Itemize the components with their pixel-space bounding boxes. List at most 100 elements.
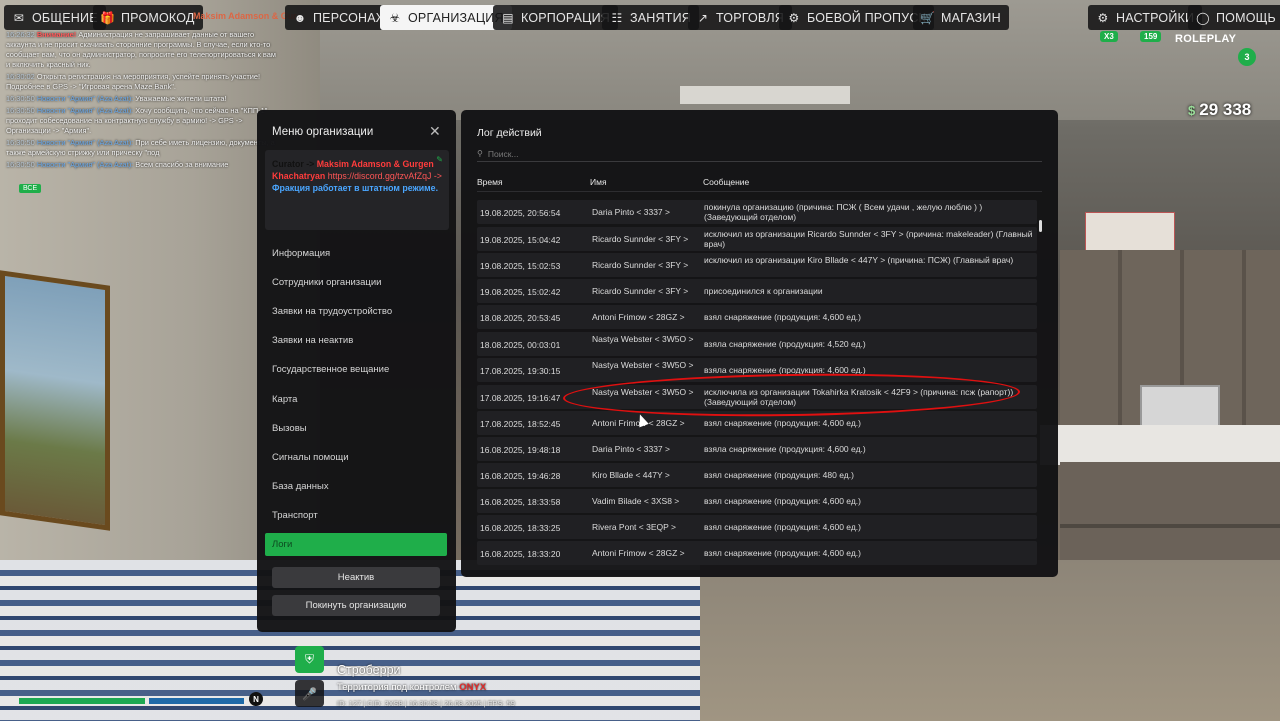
log-title: Лог действий bbox=[477, 127, 542, 139]
menu-item-broadcast[interactable]: Государственное вещание bbox=[272, 364, 389, 375]
calendar-icon: ☷ bbox=[611, 10, 623, 25]
shield-icon: ⛨ bbox=[295, 646, 324, 673]
menu-item-info[interactable]: Информация bbox=[272, 248, 330, 259]
chat-icon: ✉ bbox=[13, 10, 25, 25]
menu-item-logs: Логи bbox=[272, 539, 293, 550]
leave-organization-button[interactable]: Покинуть организацию bbox=[272, 595, 440, 616]
column-time[interactable]: Время bbox=[477, 177, 503, 187]
organization-menu: Меню организации ✕ ✎ Curator -> Maksim A… bbox=[257, 110, 456, 632]
nav-activities[interactable]: ☷ ЗАНЯТИЯ bbox=[602, 5, 699, 30]
health-armor-bars bbox=[19, 698, 244, 704]
player-stats: ID: 127 | CID: 3XS8 | 16:30:58 | 26.08.2… bbox=[337, 699, 515, 708]
nav-settings[interactable]: ⚙ НАСТРОЙКИ bbox=[1088, 5, 1203, 30]
nav-label: ОБЩЕНИЕ bbox=[32, 10, 98, 25]
help-icon: ◯ bbox=[1196, 10, 1210, 25]
nav-label: БОЕВОЙ ПРОПУСК bbox=[807, 10, 927, 25]
table-row[interactable]: 19.08.2025, 20:56:54 Daria Pinto < 3337 … bbox=[477, 200, 1037, 224]
nav-label: ЗАНЯТИЯ bbox=[630, 10, 691, 25]
nav-label: ПОМОЩЬ bbox=[1216, 10, 1276, 25]
server-logo: ROLEPLAY bbox=[1175, 33, 1237, 45]
chat-line: 16:30:02 Открыта регистрация на мероприя… bbox=[6, 72, 261, 91]
chat-line: 16:30:50 Новости "Армия" (Aza Azat): Хоч… bbox=[6, 106, 268, 135]
gear-icon: ⚙ bbox=[788, 10, 800, 25]
menu-item-map[interactable]: Карта bbox=[272, 394, 297, 405]
chat-line: 16:30:50 Новости "Армия" (Aza Azat): Ува… bbox=[6, 94, 227, 103]
inactive-button[interactable]: Неактив bbox=[272, 567, 440, 588]
menu-item-database[interactable]: База данных bbox=[272, 481, 329, 492]
nav-label: ПРОМОКОД bbox=[121, 10, 195, 25]
menu-item-members[interactable]: Сотрудники организации bbox=[272, 277, 381, 288]
action-log-panel: Лог действий ⚲ Время Имя Сообщение 19.08… bbox=[461, 110, 1058, 577]
nav-label: НАСТРОЙКИ bbox=[1116, 10, 1195, 25]
menu-title: Меню организации bbox=[272, 126, 374, 138]
chat-line: 16:30:50 Новости "Армия" (Aza Azat): При… bbox=[6, 138, 275, 157]
table-row[interactable]: 19.08.2025, 15:02:53 Ricardo Sunnder < 3… bbox=[477, 253, 1037, 277]
search-bar: ⚲ bbox=[477, 146, 1042, 162]
faction-status: Фракция работает в штатном режиме. bbox=[272, 183, 439, 193]
news-ticker-title: Maksim Adamson & Gur bbox=[193, 11, 297, 21]
nav-label: ПЕРСОНАЖ bbox=[313, 10, 388, 25]
edit-icon[interactable]: ✎ bbox=[436, 154, 443, 166]
nav-label: КОРПОРАЦИЯ bbox=[521, 10, 611, 25]
table-row[interactable]: 16.08.2025, 19:46:28 Kiro Bllade < 447Y … bbox=[477, 463, 1037, 487]
menu-item-transport[interactable]: Транспорт bbox=[272, 510, 318, 521]
health-bar bbox=[19, 698, 145, 704]
ceiling-lamp bbox=[680, 86, 850, 104]
close-icon[interactable]: ✕ bbox=[429, 123, 441, 140]
scrollbar[interactable] bbox=[1039, 220, 1042, 232]
nav-organization[interactable]: ☣ ОРГАНИЗАЦИЯ bbox=[380, 5, 512, 30]
menu-item-job-applications[interactable]: Заявки на трудоустройство bbox=[272, 306, 392, 317]
armor-bar bbox=[149, 698, 244, 704]
corporation-icon: ▤ bbox=[502, 10, 514, 25]
nav-help[interactable]: ◯ ПОМОЩЬ bbox=[1188, 5, 1280, 30]
table-row[interactable]: 16.08.2025, 18:33:20 Antoni Frimow < 28G… bbox=[477, 541, 1037, 565]
user-icon: ☻ bbox=[293, 10, 307, 25]
organization-icon: ☣ bbox=[389, 10, 401, 25]
table-row[interactable]: 19.08.2025, 15:04:42 Ricardo Sunnder < 3… bbox=[477, 227, 1037, 251]
curator-info: ✎ Curator -> Maksim Adamson & Gurgen Kha… bbox=[265, 150, 449, 230]
microphone-icon: 🎤 bbox=[295, 680, 324, 707]
menu-item-calls[interactable]: Вызовы bbox=[272, 423, 307, 434]
menu-item-help-signals[interactable]: Сигналы помощи bbox=[272, 452, 349, 463]
table-row[interactable]: 16.08.2025, 18:33:58 Vadim Bilade < 3XS8… bbox=[477, 489, 1037, 513]
column-name[interactable]: Имя bbox=[590, 177, 607, 187]
server-number-badge: 3 bbox=[1238, 48, 1256, 66]
chat-feed: 16:26:32 Внимание! Администрация не запр… bbox=[6, 30, 276, 172]
nav-shop[interactable]: 🛒 МАГАЗИН bbox=[913, 5, 1009, 30]
dollar-icon: $ bbox=[1188, 103, 1196, 118]
gang-name: ONYX bbox=[459, 682, 487, 693]
wall-painting bbox=[0, 270, 110, 531]
search-icon: ⚲ bbox=[477, 149, 483, 158]
nav-corporation[interactable]: ▤ КОРПОРАЦИЯ bbox=[493, 5, 619, 30]
table-row[interactable]: 19.08.2025, 15:02:42 Ricardo Sunnder < 3… bbox=[477, 279, 1037, 303]
nav-chat[interactable]: ✉ ОБЩЕНИЕ bbox=[4, 5, 106, 30]
cart-icon: 🛒 bbox=[920, 10, 936, 25]
compass-north: N bbox=[249, 692, 263, 706]
online-badge: 159 bbox=[1140, 31, 1162, 42]
nav-battlepass[interactable]: ⚙ БОЕВОЙ ПРОПУСК bbox=[779, 5, 935, 30]
nav-trade[interactable]: ↗ ТОРГОВЛЯ bbox=[688, 5, 792, 30]
table-row[interactable]: 18.08.2025, 00:03:01 Nastya Webster < 3W… bbox=[477, 332, 1037, 356]
search-input[interactable] bbox=[487, 148, 1028, 159]
gift-icon: 🎁 bbox=[100, 10, 116, 25]
table-header: Время Имя Сообщение bbox=[477, 172, 1042, 192]
menu-item-logs-active[interactable]: Логи bbox=[265, 533, 447, 556]
table-row[interactable]: 16.08.2025, 18:33:25 Rivera Pont < 3EQP … bbox=[477, 515, 1037, 539]
menu-item-inactive-applications[interactable]: Заявки на неактив bbox=[272, 335, 353, 346]
money-value: 29 338 bbox=[1199, 100, 1252, 119]
gear-icon: ⚙ bbox=[1097, 10, 1109, 25]
kitchen-counter bbox=[1040, 425, 1280, 465]
table-row[interactable]: 18.08.2025, 20:53:45 Antoni Frimow < 28G… bbox=[477, 305, 1037, 329]
nav-character[interactable]: ☻ ПЕРСОНАЖ bbox=[285, 5, 396, 30]
column-message[interactable]: Сообщение bbox=[703, 177, 749, 187]
nav-promo[interactable]: 🎁 ПРОМОКОД bbox=[93, 5, 203, 30]
multiplier-badge: X3 bbox=[1100, 31, 1118, 42]
discord-link[interactable]: https://discord.gg/tzvAfZqJ -> bbox=[328, 171, 442, 181]
chat-filter-all[interactable]: ВСЕ bbox=[19, 184, 42, 193]
zone-name: Строберри bbox=[337, 663, 401, 677]
chat-line: 16:26:32 Внимание! Администрация не запр… bbox=[6, 30, 276, 69]
nav-label: ОРГАНИЗАЦИЯ bbox=[408, 10, 504, 25]
table-row[interactable]: 16.08.2025, 19:48:18 Daria Pinto < 3337 … bbox=[477, 437, 1037, 461]
chart-icon: ↗ bbox=[697, 10, 709, 25]
chat-line: 16:30:50 Новости "Армия" (Aza Azat): Все… bbox=[6, 160, 229, 169]
